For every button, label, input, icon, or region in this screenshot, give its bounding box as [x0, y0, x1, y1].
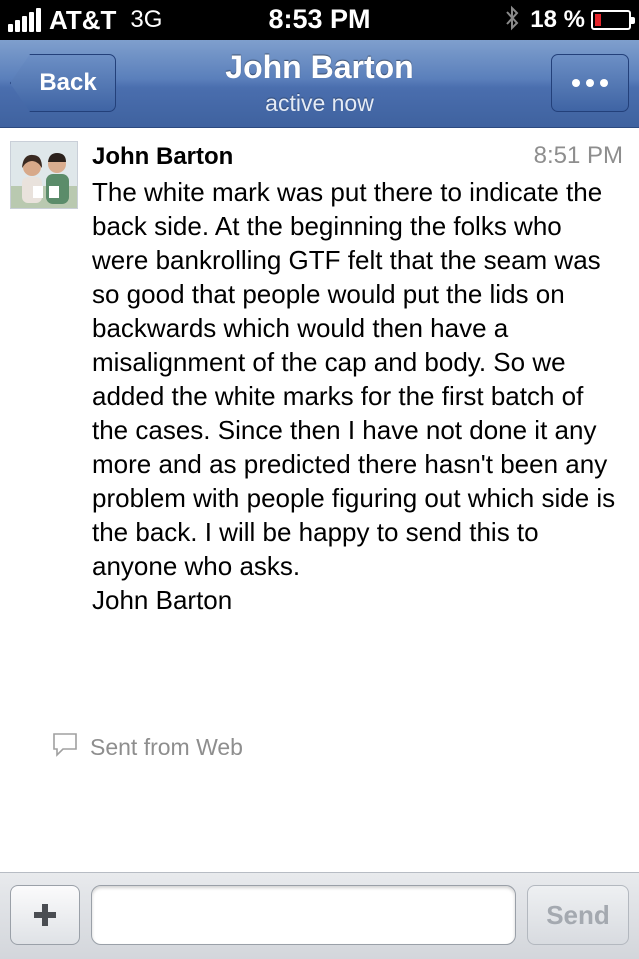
sender-name: John Barton: [92, 143, 234, 170]
status-bar: AT&T 3G 8:53 PM 18 %: [0, 0, 639, 40]
more-options-button[interactable]: [551, 54, 629, 112]
sent-from: Sent from Web: [52, 731, 243, 763]
message-timestamp: 8:51 PM: [533, 142, 623, 169]
send-button[interactable]: Send: [527, 885, 629, 945]
message-thread[interactable]: John Barton 8:51 PM The white mark was p…: [0, 129, 639, 872]
profile-photo-icon: [11, 142, 77, 208]
status-right: 18 %: [504, 5, 635, 36]
plus-icon: [34, 904, 56, 926]
speech-bubble-icon: [52, 731, 78, 763]
presence-status: active now: [265, 90, 374, 116]
avatar[interactable]: [10, 141, 78, 209]
more-dots-icon: [572, 79, 580, 87]
battery-icon: [591, 10, 635, 30]
battery-level: [595, 14, 601, 26]
bluetooth-icon: [504, 5, 520, 36]
message-text: The white mark was put there to indicate…: [92, 177, 616, 581]
message-input[interactable]: [91, 885, 516, 945]
attach-button[interactable]: [10, 885, 80, 945]
message-body: The white mark was put there to indicate…: [92, 175, 622, 617]
more-dots-icon: [586, 79, 594, 87]
message-signature: John Barton: [92, 585, 233, 615]
sent-from-label: Sent from Web: [90, 733, 243, 760]
composer-bar: Send: [0, 872, 639, 959]
more-dots-icon: [600, 79, 608, 87]
navigation-bar: Back John Barton active now: [0, 40, 639, 128]
battery-percent: 18 %: [530, 6, 585, 33]
conversation-title: John Barton: [225, 49, 414, 85]
